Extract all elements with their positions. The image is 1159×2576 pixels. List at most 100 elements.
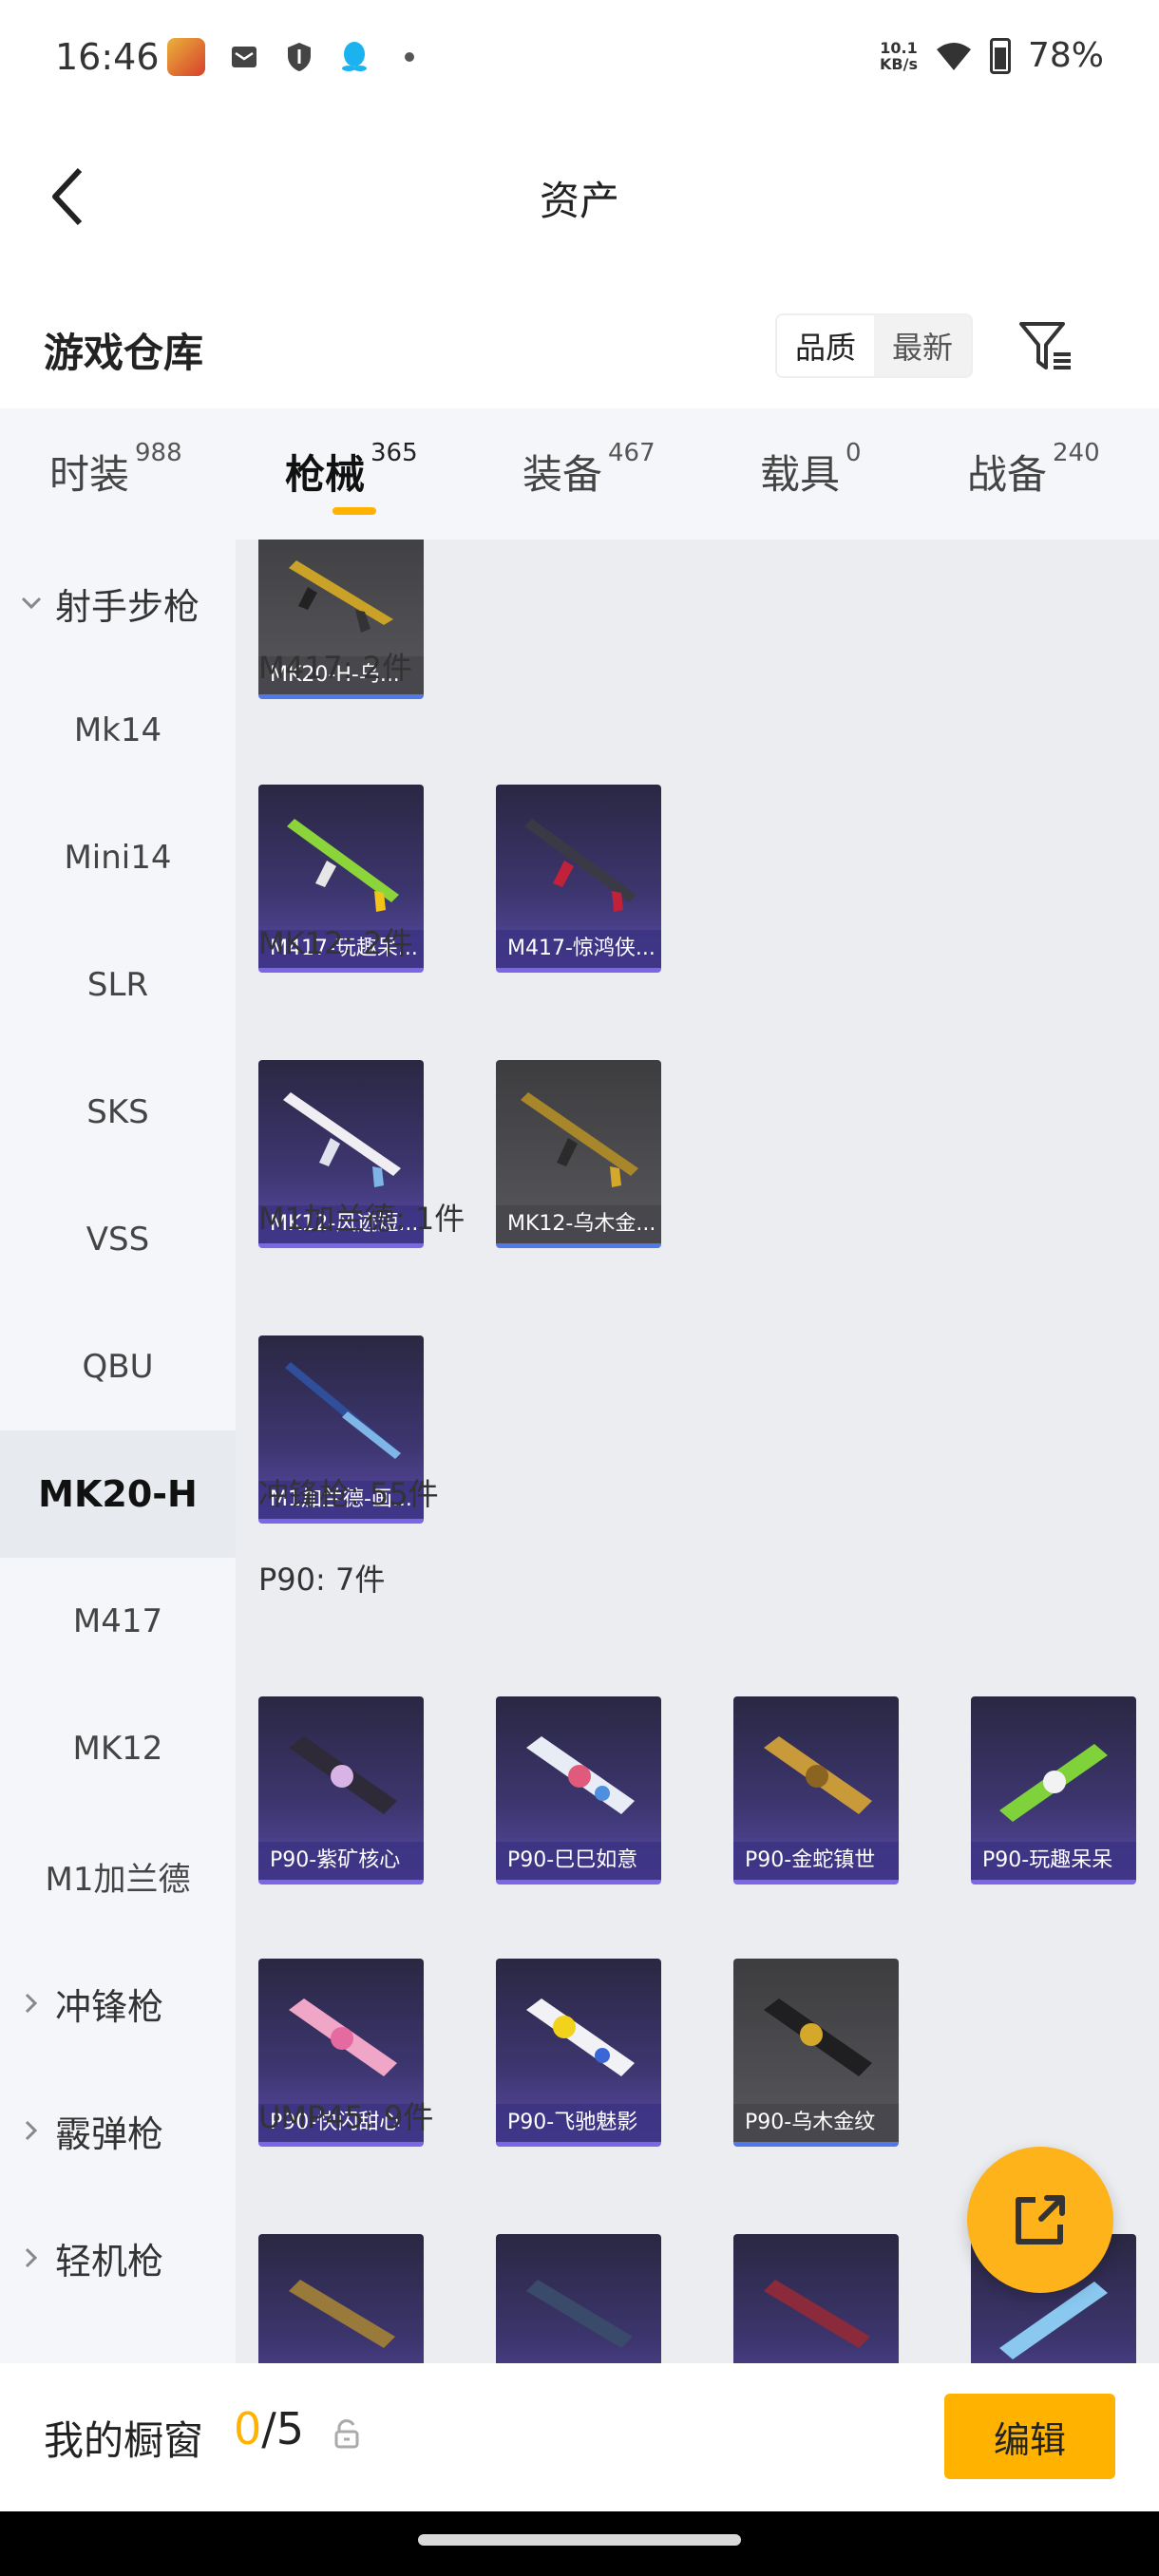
weapon-card-name: M417-惊鸿侠... (496, 930, 661, 968)
sidebar-group-smg[interactable]: 冲锋枪 (0, 1940, 236, 2067)
rifle-icon (283, 1092, 401, 1187)
warehouse-header: 游戏仓库 品质 最新 (0, 304, 1159, 389)
showcase-title: 我的橱窗 (44, 2417, 204, 2464)
tab-label: 载具 (760, 451, 841, 498)
page-title: 资产 (539, 178, 619, 224)
sidebar-item-vss[interactable]: VSS (0, 1176, 236, 1303)
sidebar-group-label: 轻机枪 (55, 2240, 164, 2282)
weapon-card[interactable] (258, 2234, 424, 2363)
weapon-card[interactable]: P90-巳巳如意 (496, 1696, 661, 1885)
tab-supplies[interactable]: 战备 240 (967, 439, 1100, 501)
weapon-card[interactable]: P90-玩趣呆呆 (971, 1696, 1136, 1885)
weapon-card[interactable]: P90-飞驰魅影 (496, 1959, 661, 2147)
showcase-bar: 我的橱窗 0/5 编辑 (0, 2363, 1159, 2511)
rifle-icon (521, 1092, 638, 1187)
network-speed: 10.1 KB/s (880, 40, 918, 72)
status-time: 16:46 (55, 36, 160, 78)
sort-toggle: 品质 最新 (775, 313, 973, 378)
tab-count: 240 (1053, 439, 1100, 467)
game-app-icon (167, 38, 205, 76)
tab-label: 时装 (49, 451, 130, 498)
rifle-icon (524, 819, 636, 912)
section-label-m417: M417: 2件 (258, 650, 413, 686)
active-tab-indicator (332, 507, 376, 515)
section-label-smg: 冲锋枪: 55件 (258, 1476, 439, 1512)
section-label-p90: P90: 7件 (258, 1562, 386, 1598)
sidebar-item-mini14[interactable]: Mini14 (0, 794, 236, 921)
showcase-total: /5 (261, 2403, 305, 2454)
section-label-ump45: UMP45: 9件 (258, 2099, 434, 2135)
sidebar-group-sniper[interactable]: 射手步枪 (0, 540, 236, 667)
rifle-icon (287, 819, 399, 912)
tab-label: 枪械 (285, 451, 366, 498)
chevron-right-icon (19, 2247, 44, 2268)
weapon-type-sidebar: 射手步枪 Mk14 Mini14 SLR SKS VSS QBU MK20-H … (0, 540, 236, 2363)
smg-icon (526, 2280, 633, 2348)
sort-latest-button[interactable]: 最新 (874, 315, 971, 376)
weapon-card-name: MK12-乌木金... (496, 1205, 661, 1243)
sidebar-item-m417[interactable]: M417 (0, 1558, 236, 1685)
sidebar-group-shotgun[interactable]: 霰弹枪 (0, 2067, 236, 2194)
sidebar-item-m1-garand[interactable]: M1加兰德 (0, 1812, 236, 1940)
weapon-card-name: P90-金蛇镇世 (733, 1842, 899, 1880)
weapon-card[interactable]: MK12-乌木金... (496, 1060, 661, 1248)
filter-icon (1019, 322, 1071, 369)
weapon-card[interactable]: P90-乌木金纹 (733, 1959, 899, 2147)
qq-icon (338, 41, 370, 73)
smg-icon (526, 1736, 635, 1814)
sidebar-item-qbu[interactable]: QBU (0, 1303, 236, 1430)
tab-vehicles[interactable]: 载具 0 (760, 439, 862, 501)
home-gesture-bar[interactable] (418, 2534, 741, 2546)
sidebar-group-label: 射手步枪 (55, 585, 200, 628)
battery-icon (989, 37, 1011, 74)
weapon-card-name: P90-飞驰魅影 (496, 2104, 661, 2142)
edit-button[interactable]: 编辑 (944, 2394, 1115, 2479)
weapon-card[interactable]: P90-金蛇镇世 (733, 1696, 899, 1885)
network-speed-unit: KB/s (880, 54, 918, 73)
smg-icon (764, 2280, 870, 2348)
tab-label: 装备 (522, 451, 603, 498)
sidebar-item-sks[interactable]: SKS (0, 1049, 236, 1176)
weapon-card[interactable] (496, 2234, 661, 2363)
battery-percent: 78% (1027, 36, 1104, 75)
tab-guns[interactable]: 枪械 365 (285, 439, 418, 501)
sidebar-group-lmg[interactable]: 轻机枪 (0, 2194, 236, 2321)
rifle-icon (285, 1362, 401, 1459)
shield-icon (283, 41, 315, 73)
sidebar-item-mk14[interactable]: Mk14 (0, 667, 236, 794)
weapon-card[interactable]: P90-紫矿核心 (258, 1696, 424, 1885)
section-label-mk12: MK12: 2件 (258, 925, 413, 961)
tab-count: 988 (135, 439, 182, 467)
warehouse-title: 游戏仓库 (44, 330, 204, 376)
system-nav-bar (0, 2511, 1159, 2576)
smg-icon (764, 1736, 872, 1814)
dot-icon (393, 41, 426, 73)
tab-equipment[interactable]: 装备 467 (522, 439, 656, 501)
chevron-right-icon (19, 2120, 44, 2141)
share-button[interactable] (967, 2147, 1113, 2293)
notification-icons (167, 38, 426, 76)
mail-icon (228, 41, 260, 73)
smg-icon (999, 1744, 1108, 1822)
tab-count: 0 (846, 439, 862, 467)
sidebar-item-mk12[interactable]: MK12 (0, 1685, 236, 1812)
smg-icon (289, 2280, 395, 2348)
chevron-down-icon (19, 597, 44, 610)
page-header: 资产 (0, 142, 1159, 247)
category-tabs: 时装 988 枪械 365 装备 467 载具 0 战备 240 (0, 408, 1159, 540)
weapon-card-name: P90-巳巳如意 (496, 1842, 661, 1880)
tab-fashion[interactable]: 时装 988 (49, 439, 182, 501)
sort-quality-button[interactable]: 品质 (777, 315, 874, 376)
weapon-card[interactable]: M417-惊鸿侠... (496, 785, 661, 973)
tab-count: 365 (370, 439, 418, 467)
system-icons: 10.1 KB/s 78% (880, 36, 1104, 75)
showcase-current: 0 (234, 2403, 262, 2454)
showcase-count: 0/5 (234, 2403, 304, 2454)
tab-label: 战备 (967, 451, 1048, 498)
tab-count: 467 (608, 439, 656, 467)
filter-button[interactable] (1013, 313, 1079, 380)
sidebar-item-mk20h[interactable]: MK20-H (0, 1430, 236, 1558)
wifi-icon (936, 42, 971, 70)
weapon-card[interactable] (733, 2234, 899, 2363)
sidebar-item-slr[interactable]: SLR (0, 921, 236, 1049)
